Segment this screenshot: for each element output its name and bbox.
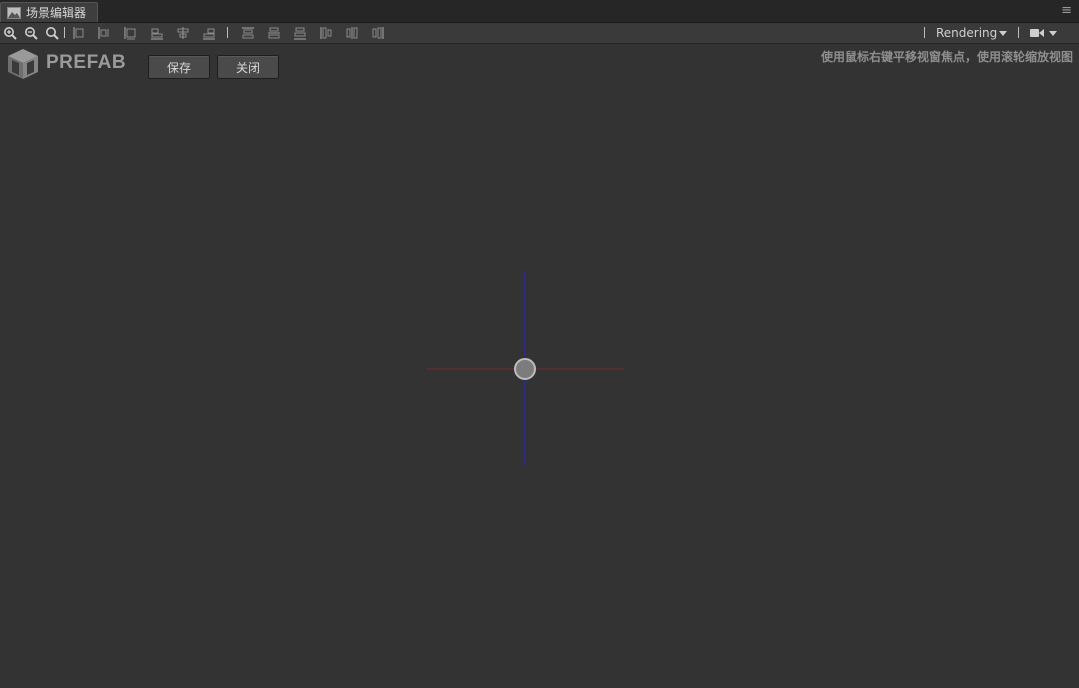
save-button[interactable]: 保存 xyxy=(148,55,210,79)
scene-viewport[interactable] xyxy=(0,43,1079,688)
distribute-hcenter-icon[interactable] xyxy=(345,26,359,40)
tab-bar: 场景编辑器 ≡ xyxy=(0,0,1079,23)
rendering-dropdown[interactable]: Rendering xyxy=(936,26,997,40)
distribute-right-icon[interactable] xyxy=(371,26,385,40)
toolbar-separator xyxy=(64,27,65,38)
landscape-icon xyxy=(7,6,21,19)
navigation-hint: 使用鼠标右键平移视窗焦点，使用滚轮缩放视图 xyxy=(820,50,1073,64)
camera-chevron-down-icon[interactable] xyxy=(1049,31,1057,36)
distribute-vcenter-icon[interactable] xyxy=(267,26,281,40)
toolbar-separator xyxy=(1018,27,1019,38)
toolbar-separator xyxy=(924,27,925,38)
prefab-logo-icon xyxy=(8,49,38,79)
align-top-edge-icon[interactable] xyxy=(150,26,164,40)
scene-toolbar: Rendering xyxy=(0,23,1079,44)
prefab-logo-text: PREFAB xyxy=(46,52,127,73)
origin-handle xyxy=(514,358,536,380)
align-right-icon[interactable] xyxy=(123,26,137,40)
zoom-out-icon[interactable] xyxy=(24,26,38,40)
zoom-reset-icon[interactable] xyxy=(45,26,59,40)
toolbar-separator xyxy=(227,27,228,38)
distribute-top-icon[interactable] xyxy=(241,26,255,40)
distribute-left-icon[interactable] xyxy=(319,26,333,40)
panel-menu-icon[interactable]: ≡ xyxy=(1061,3,1072,18)
align-bottom-edge-icon[interactable] xyxy=(202,26,216,40)
tab-title: 场景编辑器 xyxy=(26,6,87,20)
distribute-bottom-icon[interactable] xyxy=(293,26,307,40)
close-button[interactable]: 关闭 xyxy=(217,55,279,79)
tab-scene-editor[interactable]: 场景编辑器 xyxy=(0,2,98,22)
camera-icon[interactable] xyxy=(1030,28,1044,38)
zoom-in-icon[interactable] xyxy=(3,26,17,40)
align-left-icon[interactable] xyxy=(72,26,86,40)
rendering-chevron-down-icon[interactable] xyxy=(999,31,1007,36)
align-hcenter-icon[interactable] xyxy=(97,26,111,40)
align-vcenter-icon[interactable] xyxy=(176,26,190,40)
